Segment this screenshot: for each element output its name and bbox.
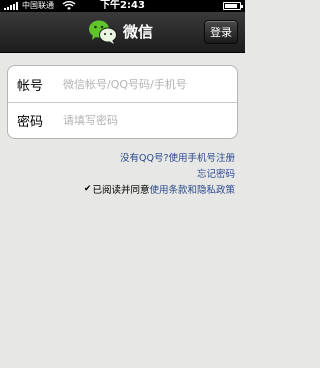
password-row: 密码 bbox=[8, 102, 237, 138]
navigation-bar: 微信 登录 bbox=[0, 12, 245, 53]
password-label: 密码 bbox=[17, 114, 44, 130]
battery-icon bbox=[223, 2, 243, 10]
agreement-row: ✔ 已阅读并同意 使用条款和隐私政策 bbox=[84, 182, 235, 196]
forgot-password-link[interactable]: 忘记密码 bbox=[197, 166, 235, 180]
wechat-logo-icon bbox=[89, 20, 117, 44]
login-form: 帐号 密码 bbox=[7, 65, 238, 139]
agreement-text: 已阅读并同意 bbox=[92, 185, 150, 196]
terms-link[interactable]: 使用条款和隐私政策 bbox=[149, 182, 235, 196]
checkmark-icon[interactable]: ✔ bbox=[84, 184, 92, 194]
account-row: 帐号 bbox=[8, 66, 237, 103]
register-link[interactable]: 没有QQ号?使用手机号注册 bbox=[120, 150, 235, 164]
status-bar: 中国联通 下午2:43 bbox=[0, 0, 245, 12]
account-input[interactable] bbox=[63, 69, 237, 99]
app-title: 微信 bbox=[123, 23, 154, 41]
battery-fill bbox=[225, 4, 237, 8]
password-input[interactable] bbox=[63, 105, 237, 135]
login-button[interactable]: 登录 bbox=[204, 20, 238, 44]
status-time: 下午2:43 bbox=[100, 0, 145, 11]
account-label: 帐号 bbox=[17, 78, 44, 94]
